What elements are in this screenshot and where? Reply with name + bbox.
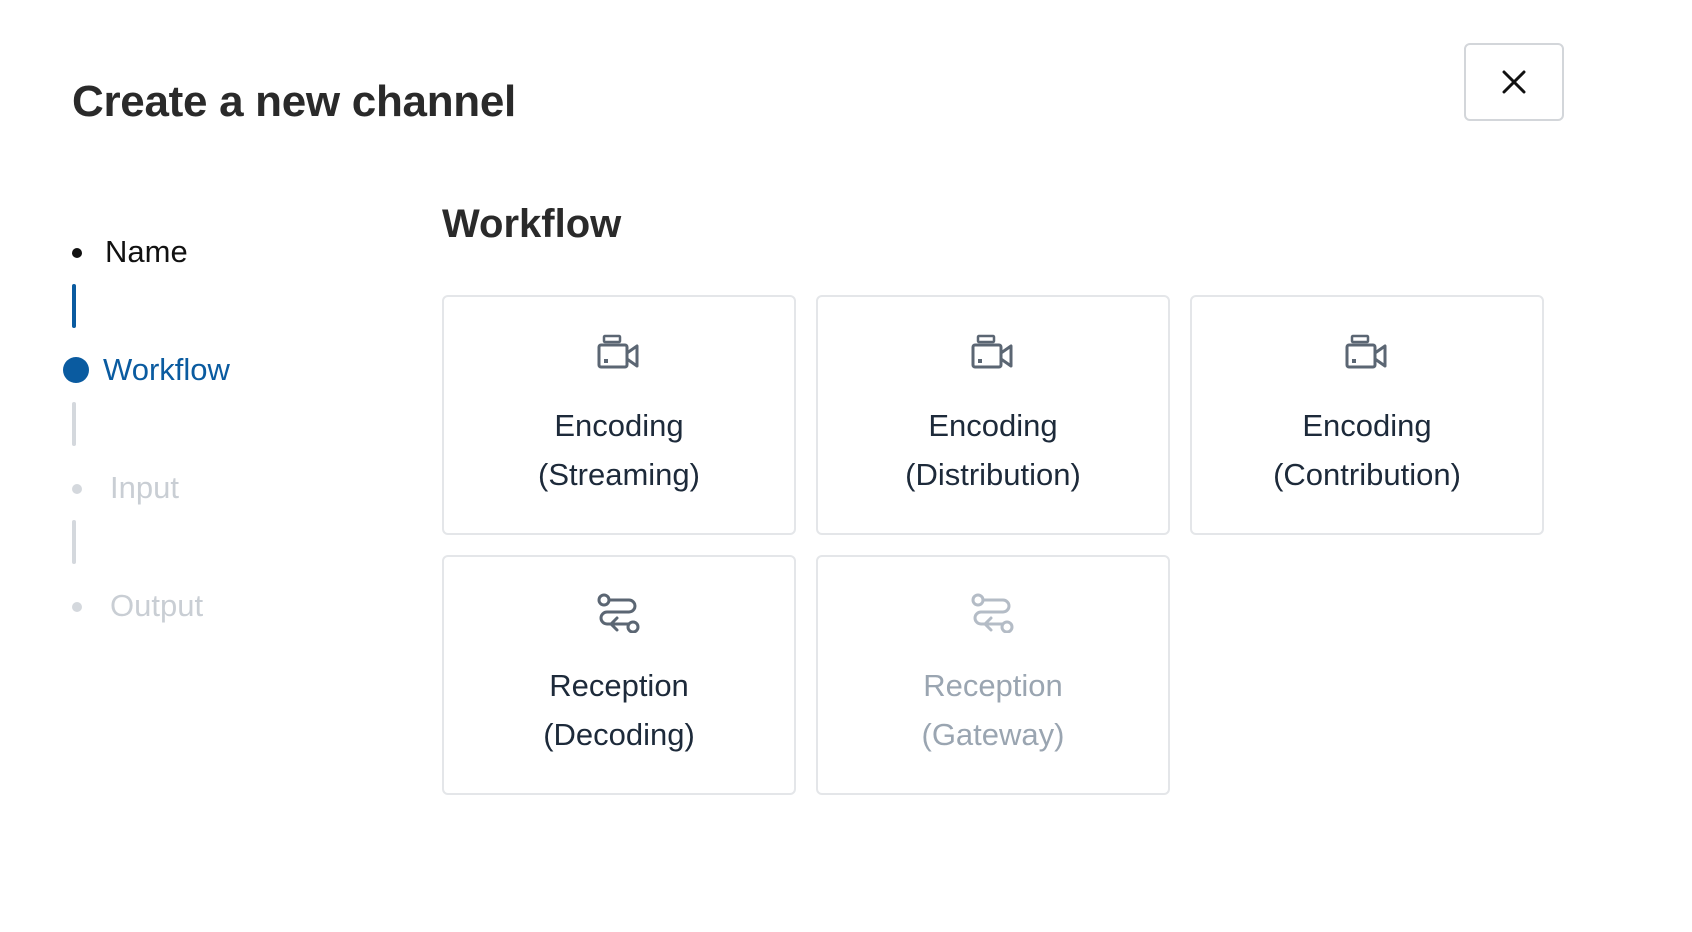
- step-workflow[interactable]: Workflow: [103, 352, 230, 388]
- step-input-dot: [72, 484, 82, 494]
- step-connector-2: [72, 402, 76, 446]
- step-input: Input: [110, 470, 179, 505]
- step-connector-3: [72, 520, 76, 564]
- option-subtitle: (Gateway): [921, 717, 1065, 752]
- route-icon: [971, 593, 1014, 633]
- option-subtitle: (Distribution): [905, 457, 1081, 492]
- step-name[interactable]: Name: [105, 234, 188, 270]
- video-camera-icon: [971, 334, 1013, 369]
- workflow-option-encoding-distribution[interactable]: Encoding (Distribution): [816, 295, 1170, 535]
- option-title: Encoding: [928, 408, 1058, 443]
- video-camera-icon: [1345, 334, 1387, 369]
- option-subtitle: (Contribution): [1273, 457, 1461, 492]
- step-workflow-dot: [63, 357, 89, 383]
- workflow-option-reception-decoding[interactable]: Reception (Decoding): [442, 555, 796, 795]
- step-connector-1: [72, 284, 76, 328]
- close-button[interactable]: [1464, 43, 1564, 121]
- option-title: Encoding: [554, 408, 684, 443]
- option-title: Reception: [923, 668, 1063, 703]
- step-output: Output: [110, 588, 204, 623]
- route-icon: [597, 593, 640, 633]
- option-subtitle: (Streaming): [538, 457, 700, 492]
- workflow-option-encoding-contribution[interactable]: Encoding (Contribution): [1190, 295, 1544, 535]
- option-subtitle: (Decoding): [543, 717, 695, 752]
- step-output-dot: [72, 602, 82, 612]
- video-camera-icon: [597, 334, 639, 369]
- workflow-option-encoding-streaming[interactable]: Encoding (Streaming): [442, 295, 796, 535]
- section-title: Workflow: [442, 202, 622, 246]
- page-title: Create a new channel: [72, 77, 516, 127]
- workflow-option-reception-gateway: Reception (Gateway): [816, 555, 1170, 795]
- step-name-dot: [72, 248, 82, 258]
- option-title: Reception: [549, 668, 689, 703]
- option-title: Encoding: [1302, 408, 1432, 443]
- close-icon: [1502, 70, 1526, 94]
